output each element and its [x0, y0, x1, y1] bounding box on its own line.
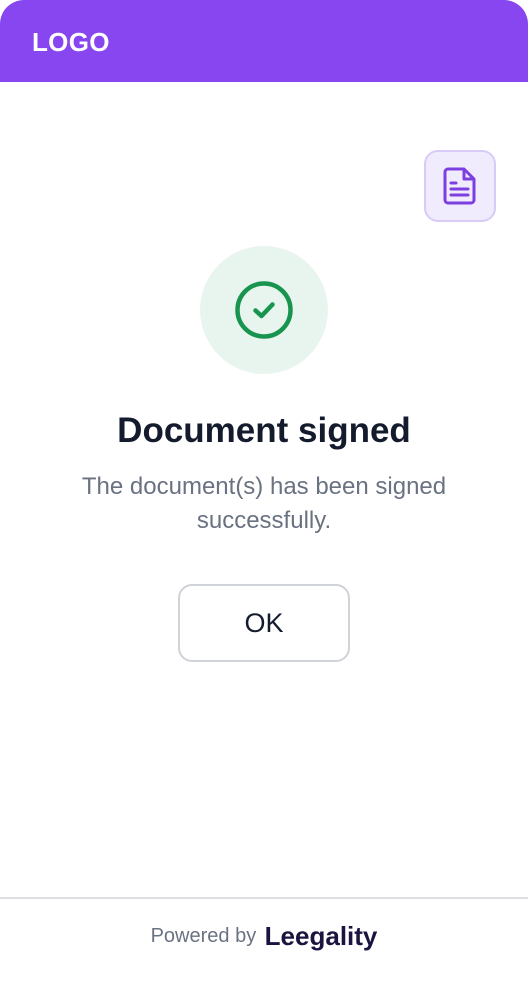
powered-by-label: Powered by: [150, 925, 257, 947]
view-document-button[interactable]: [424, 150, 496, 222]
status-title: Document signed: [117, 411, 411, 450]
brand-logo: Leegality: [264, 921, 378, 951]
ok-button[interactable]: OK: [178, 584, 350, 662]
powered-by: Powered by Leegality: [0, 921, 528, 952]
logo: LOGO: [32, 27, 110, 57]
success-indicator: [200, 246, 328, 374]
document-icon: [443, 167, 476, 205]
footer: Powered by Leegality: [0, 897, 528, 991]
check-circle-icon: [235, 281, 293, 339]
status-message: The document(s) has been signed successf…: [81, 473, 447, 534]
app-header: LOGO: [0, 0, 528, 82]
